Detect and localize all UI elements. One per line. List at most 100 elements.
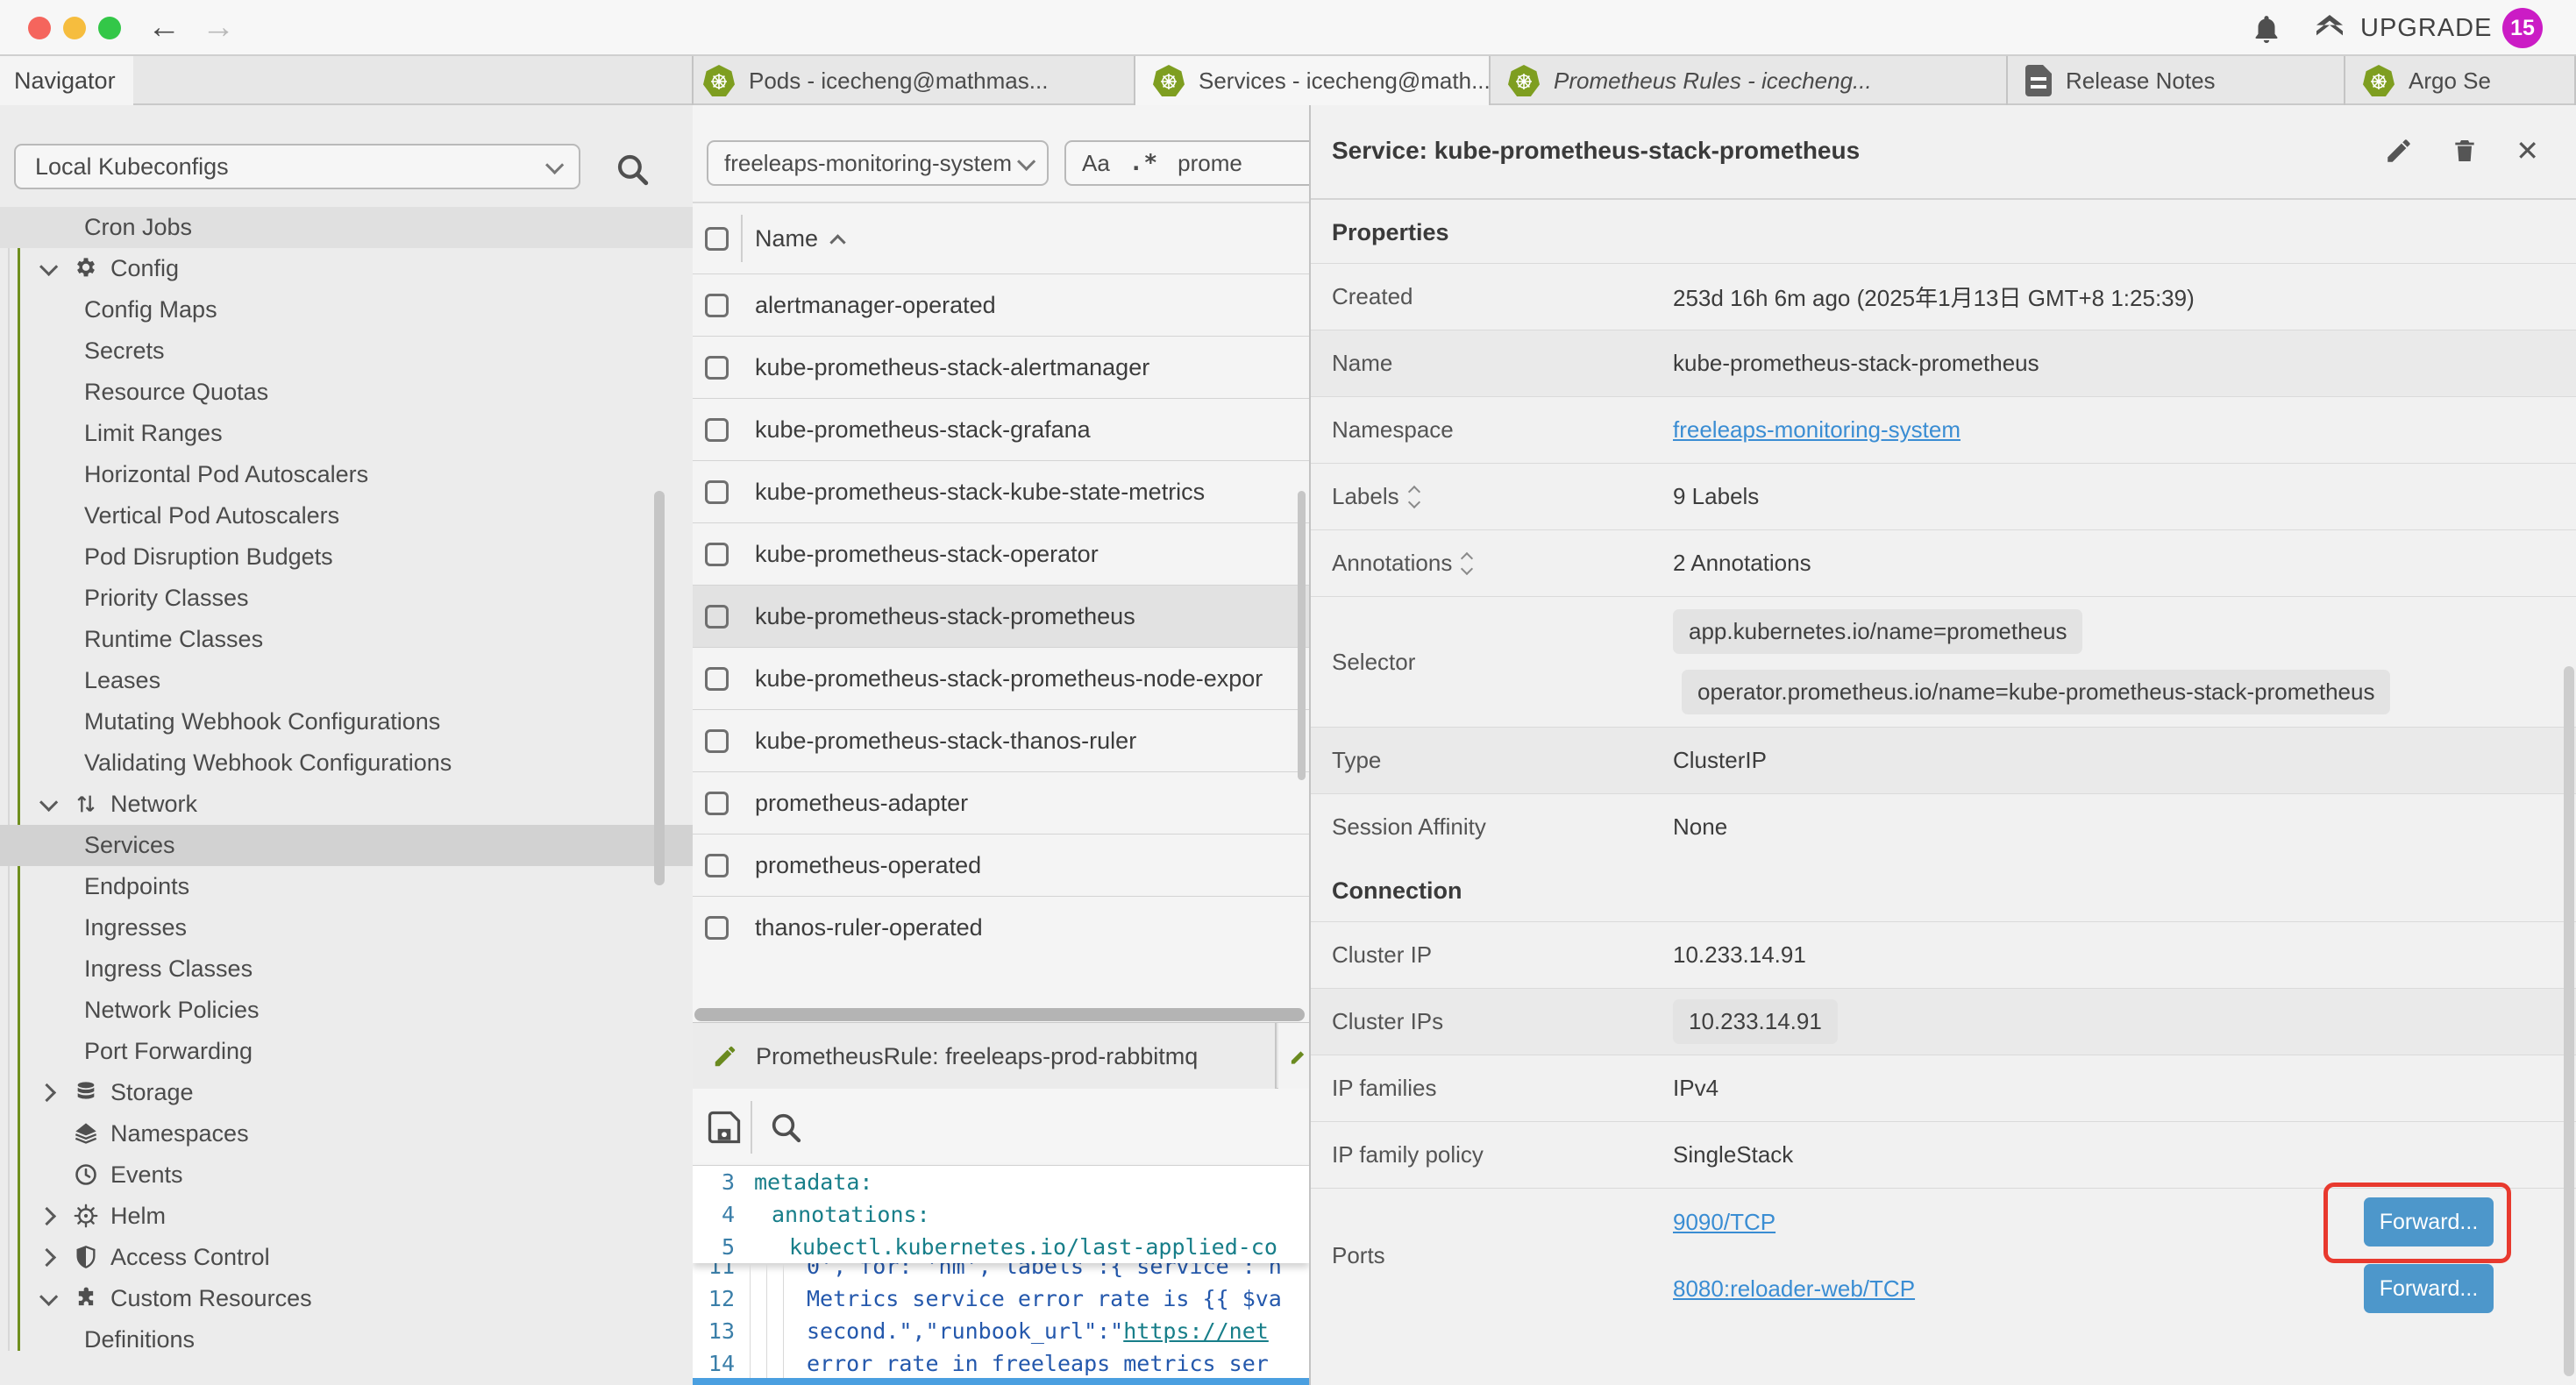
sidebar-item-runtime-classes[interactable]: Runtime Classes — [0, 619, 693, 660]
row-checkbox[interactable] — [705, 667, 729, 691]
chevron-right-icon[interactable] — [38, 1207, 56, 1225]
sort-toggle-icon[interactable] — [1462, 554, 1471, 573]
sidebar-item-config[interactable]: Config — [0, 248, 693, 289]
row-checkbox[interactable] — [705, 356, 729, 380]
row-checkbox[interactable] — [705, 729, 729, 753]
table-search-input[interactable]: Aa .* prome — [1064, 140, 1309, 186]
port-link[interactable]: 8080:reloader-web/TCP — [1673, 1275, 1915, 1303]
sidebar-item-access-control[interactable]: Access Control — [0, 1237, 693, 1278]
port-link[interactable]: 9090/TCP — [1673, 1209, 1775, 1236]
close-window-button[interactable] — [28, 17, 51, 39]
row-checkbox[interactable] — [705, 916, 729, 940]
detail-scrollbar[interactable] — [2564, 666, 2574, 1376]
sidebar-scrollbar[interactable] — [654, 491, 665, 885]
edit-icon[interactable] — [2384, 136, 2414, 166]
bell-icon[interactable] — [2250, 12, 2283, 47]
editor-search-icon[interactable] — [768, 1110, 803, 1145]
sidebar-item-services[interactable]: Services — [0, 825, 693, 866]
namespace-link[interactable]: freeleaps-monitoring-system — [1673, 416, 1960, 444]
yaml-editor[interactable]: 3metadata:4annotations:5kubectl.kubernet… — [693, 1166, 1309, 1378]
table-row[interactable]: kube-prometheus-stack-grafana — [693, 398, 1309, 460]
row-checkbox[interactable] — [705, 792, 729, 815]
sidebar-item-namespaces[interactable]: Namespaces — [0, 1113, 693, 1154]
sidebar-item-horizontal-pod-autoscalers[interactable]: Horizontal Pod Autoscalers — [0, 454, 693, 495]
namespace-select[interactable]: freeleaps-monitoring-system — [707, 140, 1049, 186]
sidebar-item-validating-webhook-configurations[interactable]: Validating Webhook Configurations — [0, 742, 693, 784]
tab-prometheus-rules-icecheng[interactable]: Prometheus Rules - icecheng... — [1491, 56, 2008, 105]
sidebar-search-icon[interactable] — [614, 151, 651, 188]
chevron-down-icon[interactable] — [39, 793, 58, 812]
minimize-window-button[interactable] — [63, 17, 86, 39]
row-checkbox[interactable] — [705, 294, 729, 317]
tab-argo-se[interactable]: Argo Se — [2345, 56, 2576, 105]
sidebar-item-secrets[interactable]: Secrets — [0, 330, 693, 372]
table-row[interactable]: thanos-ruler-operated — [693, 896, 1309, 958]
match-case-toggle[interactable]: Aa — [1082, 150, 1110, 177]
tab-pods-icecheng-mathmas[interactable]: Pods - icecheng@mathmas... — [686, 56, 1135, 105]
horizontal-scrollbar[interactable] — [694, 1008, 1305, 1021]
regex-toggle[interactable]: .* — [1129, 150, 1158, 176]
table-row[interactable]: kube-prometheus-stack-alertmanager — [693, 336, 1309, 398]
chevron-down-icon[interactable] — [39, 1288, 58, 1306]
zoom-window-button[interactable] — [98, 17, 121, 39]
row-checkbox[interactable] — [705, 480, 729, 504]
notification-badge[interactable]: 15 — [2502, 8, 2543, 48]
tab-label: Pods - icecheng@mathmas... — [749, 67, 1048, 95]
table-row[interactable]: prometheus-adapter — [693, 771, 1309, 834]
table-scrollbar[interactable] — [1298, 491, 1306, 780]
sidebar-item-network[interactable]: Network — [0, 784, 693, 825]
sidebar-item-custom-resources[interactable]: Custom Resources — [0, 1278, 693, 1319]
chevron-right-icon[interactable] — [38, 1248, 56, 1267]
sidebar-item-resource-quotas[interactable]: Resource Quotas — [0, 372, 693, 413]
select-all-checkbox[interactable] — [705, 227, 729, 251]
sidebar-item-cron-jobs[interactable]: Cron Jobs — [0, 207, 693, 248]
row-checkbox[interactable] — [705, 605, 729, 629]
forward-icon[interactable]: → — [202, 7, 235, 47]
sidebar-item-endpoints[interactable]: Endpoints — [0, 866, 693, 907]
delete-icon[interactable] — [2451, 135, 2479, 167]
upgrade-button[interactable]: UPGRADE — [2311, 11, 2492, 46]
sidebar-item-definitions[interactable]: Definitions — [0, 1319, 693, 1360]
kubeconfig-select[interactable]: Local Kubeconfigs — [14, 144, 580, 189]
back-icon[interactable]: ← — [147, 7, 181, 47]
sidebar-item-priority-classes[interactable]: Priority Classes — [0, 578, 693, 619]
row-checkbox[interactable] — [705, 854, 729, 877]
forward-button[interactable]: Forward... — [2364, 1264, 2494, 1313]
sidebar-item-vertical-pod-autoscalers[interactable]: Vertical Pod Autoscalers — [0, 495, 693, 536]
sidebar-item-port-forwarding[interactable]: Port Forwarding — [0, 1031, 693, 1072]
sort-toggle-icon[interactable] — [1410, 487, 1419, 507]
sidebar-item-helm[interactable]: Helm — [0, 1196, 693, 1237]
sidebar-item-storage[interactable]: Storage — [0, 1072, 693, 1113]
sidebar-item-pod-disruption-budgets[interactable]: Pod Disruption Budgets — [0, 536, 693, 578]
table-row[interactable]: kube-prometheus-stack-kube-state-metrics — [693, 460, 1309, 522]
editor-tab-next[interactable] — [1278, 1023, 1309, 1090]
save-icon[interactable] — [705, 1108, 744, 1147]
tab-services-icecheng-math[interactable]: Services - icecheng@math...✕ — [1135, 56, 1491, 105]
close-icon[interactable]: ✕ — [2516, 133, 2539, 168]
sidebar-item-config-maps[interactable]: Config Maps — [0, 289, 693, 330]
sidebar-item-mutating-webhook-configurations[interactable]: Mutating Webhook Configurations — [0, 701, 693, 742]
editor-tab-prometheusrule[interactable]: PrometheusRule: freeleaps-prod-rabbitmq — [693, 1023, 1277, 1090]
sidebar-item-events[interactable]: Events — [0, 1154, 693, 1196]
sidebar-item-leases[interactable]: Leases — [0, 660, 693, 701]
table-row[interactable]: prometheus-operated — [693, 834, 1309, 896]
sidebar-item-network-policies[interactable]: Network Policies — [0, 990, 693, 1031]
sidebar-item-limit-ranges[interactable]: Limit Ranges — [0, 413, 693, 454]
tab-navigator[interactable]: Navigator — [0, 56, 133, 105]
chevron-down-icon[interactable] — [39, 258, 58, 276]
code-link[interactable]: https://net — [1123, 1318, 1269, 1344]
table-row[interactable]: alertmanager-operated — [693, 273, 1309, 336]
table-row[interactable]: kube-prometheus-stack-prometheus-node-ex… — [693, 647, 1309, 709]
service-name: kube-prometheus-stack-prometheus-node-ex… — [755, 665, 1263, 692]
chevron-right-icon[interactable] — [38, 1083, 56, 1102]
sidebar-item-ingress-classes[interactable]: Ingress Classes — [0, 948, 693, 990]
table-row[interactable]: kube-prometheus-stack-thanos-ruler — [693, 709, 1309, 771]
sort-ascending-icon[interactable] — [829, 234, 845, 250]
row-checkbox[interactable] — [705, 543, 729, 566]
row-checkbox[interactable] — [705, 418, 729, 442]
tab-release-notes[interactable]: Release Notes — [2008, 56, 2345, 105]
table-row[interactable]: kube-prometheus-stack-prometheus — [693, 585, 1309, 647]
table-row[interactable]: kube-prometheus-stack-operator — [693, 522, 1309, 585]
name-column-header[interactable]: Name — [755, 225, 818, 252]
sidebar-item-ingresses[interactable]: Ingresses — [0, 907, 693, 948]
